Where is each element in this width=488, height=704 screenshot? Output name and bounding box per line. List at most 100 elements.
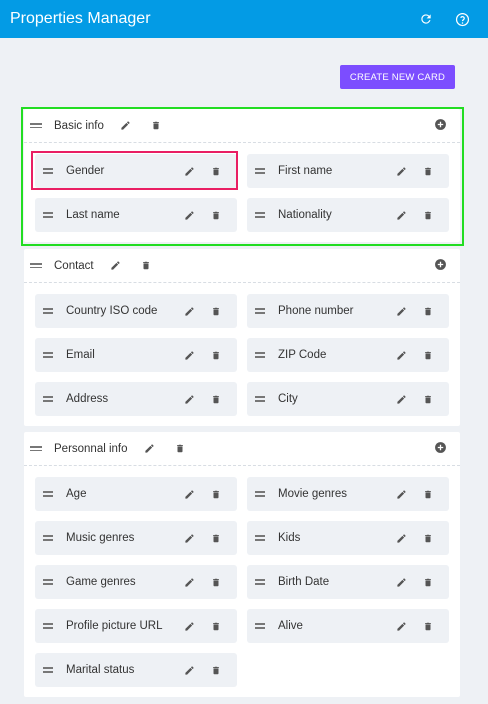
field-grid: Country ISO code Phone number Email ZIP Cod… bbox=[24, 283, 460, 426]
field-item[interactable]: Birth Date bbox=[247, 565, 449, 599]
edit-field-icon[interactable] bbox=[182, 164, 196, 178]
field-label: Nationality bbox=[278, 209, 332, 221]
drag-handle-icon[interactable] bbox=[43, 168, 53, 174]
drag-handle-icon[interactable] bbox=[30, 263, 42, 268]
field-item[interactable]: Profile picture URL bbox=[35, 609, 237, 643]
refresh-icon[interactable] bbox=[414, 7, 438, 31]
edit-field-icon[interactable] bbox=[182, 348, 196, 362]
drag-handle-icon[interactable] bbox=[255, 579, 265, 585]
drag-handle-icon[interactable] bbox=[255, 308, 265, 314]
delete-field-icon[interactable] bbox=[421, 392, 435, 406]
field-item[interactable]: Last name bbox=[35, 198, 237, 232]
edit-field-icon[interactable] bbox=[394, 304, 408, 318]
drag-handle-icon[interactable] bbox=[43, 396, 53, 402]
add-field-icon[interactable] bbox=[434, 441, 448, 455]
delete-field-icon[interactable] bbox=[421, 164, 435, 178]
field-item[interactable]: Nationality bbox=[247, 198, 449, 232]
field-label: Birth Date bbox=[278, 576, 330, 588]
delete-field-icon[interactable] bbox=[421, 531, 435, 545]
edit-field-icon[interactable] bbox=[182, 575, 196, 589]
delete-card-icon[interactable] bbox=[148, 118, 164, 134]
delete-field-icon[interactable] bbox=[209, 392, 223, 406]
edit-field-icon[interactable] bbox=[182, 531, 196, 545]
field-item[interactable]: Address bbox=[35, 382, 237, 416]
help-icon[interactable] bbox=[450, 7, 474, 31]
delete-field-icon[interactable] bbox=[421, 208, 435, 222]
edit-field-icon[interactable] bbox=[394, 531, 408, 545]
field-item[interactable]: First name bbox=[247, 154, 449, 188]
field-item[interactable]: Marital status bbox=[35, 653, 237, 687]
delete-card-icon[interactable] bbox=[172, 441, 188, 457]
delete-field-icon[interactable] bbox=[209, 619, 223, 633]
drag-handle-icon[interactable] bbox=[43, 579, 53, 585]
delete-field-icon[interactable] bbox=[209, 531, 223, 545]
edit-field-icon[interactable] bbox=[394, 575, 408, 589]
edit-field-icon[interactable] bbox=[394, 208, 408, 222]
delete-card-icon[interactable] bbox=[138, 258, 154, 274]
edit-field-icon[interactable] bbox=[394, 619, 408, 633]
delete-field-icon[interactable] bbox=[209, 164, 223, 178]
field-item[interactable]: Country ISO code bbox=[35, 294, 237, 328]
drag-handle-icon[interactable] bbox=[43, 535, 53, 541]
drag-handle-icon[interactable] bbox=[255, 535, 265, 541]
edit-card-icon[interactable] bbox=[108, 258, 124, 274]
drag-handle-icon[interactable] bbox=[43, 623, 53, 629]
drag-handle-icon[interactable] bbox=[43, 212, 53, 218]
drag-handle-icon[interactable] bbox=[255, 352, 265, 358]
delete-field-icon[interactable] bbox=[209, 348, 223, 362]
delete-field-icon[interactable] bbox=[209, 487, 223, 501]
delete-field-icon[interactable] bbox=[209, 208, 223, 222]
field-item[interactable]: ZIP Code bbox=[247, 338, 449, 372]
field-label: First name bbox=[278, 165, 333, 177]
field-grid: Gender First name Last name Nationality bbox=[24, 143, 460, 242]
field-label: Marital status bbox=[66, 664, 135, 676]
edit-field-icon[interactable] bbox=[182, 392, 196, 406]
add-field-icon[interactable] bbox=[434, 258, 448, 272]
edit-field-icon[interactable] bbox=[394, 487, 408, 501]
card-header: Personnal info bbox=[24, 432, 460, 466]
field-label: Gender bbox=[66, 165, 105, 177]
edit-field-icon[interactable] bbox=[182, 487, 196, 501]
edit-field-icon[interactable] bbox=[394, 348, 408, 362]
delete-field-icon[interactable] bbox=[209, 575, 223, 589]
edit-field-icon[interactable] bbox=[182, 304, 196, 318]
drag-handle-icon[interactable] bbox=[43, 667, 53, 673]
edit-field-icon[interactable] bbox=[182, 619, 196, 633]
field-item[interactable]: Phone number bbox=[247, 294, 449, 328]
delete-field-icon[interactable] bbox=[421, 348, 435, 362]
field-item[interactable]: Alive bbox=[247, 609, 449, 643]
edit-card-icon[interactable] bbox=[118, 118, 134, 134]
field-item[interactable]: Email bbox=[35, 338, 237, 372]
add-field-icon[interactable] bbox=[434, 118, 448, 132]
field-item[interactable]: Kids bbox=[247, 521, 449, 555]
field-item[interactable]: Age bbox=[35, 477, 237, 511]
edit-field-icon[interactable] bbox=[182, 663, 196, 677]
delete-field-icon[interactable] bbox=[209, 663, 223, 677]
edit-field-icon[interactable] bbox=[394, 164, 408, 178]
edit-card-icon[interactable] bbox=[142, 441, 158, 457]
drag-handle-icon[interactable] bbox=[255, 623, 265, 629]
drag-handle-icon[interactable] bbox=[30, 123, 42, 128]
delete-field-icon[interactable] bbox=[209, 304, 223, 318]
drag-handle-icon[interactable] bbox=[255, 396, 265, 402]
field-item[interactable]: Music genres bbox=[35, 521, 237, 555]
drag-handle-icon[interactable] bbox=[255, 168, 265, 174]
field-item[interactable]: Game genres bbox=[35, 565, 237, 599]
delete-field-icon[interactable] bbox=[421, 487, 435, 501]
drag-handle-icon[interactable] bbox=[43, 491, 53, 497]
delete-field-icon[interactable] bbox=[421, 304, 435, 318]
drag-handle-icon[interactable] bbox=[255, 491, 265, 497]
edit-field-icon[interactable] bbox=[182, 208, 196, 222]
card-header: Contact bbox=[24, 249, 460, 283]
field-item[interactable]: Gender bbox=[35, 154, 237, 188]
drag-handle-icon[interactable] bbox=[255, 212, 265, 218]
field-item[interactable]: Movie genres bbox=[247, 477, 449, 511]
delete-field-icon[interactable] bbox=[421, 619, 435, 633]
drag-handle-icon[interactable] bbox=[43, 352, 53, 358]
edit-field-icon[interactable] bbox=[394, 392, 408, 406]
delete-field-icon[interactable] bbox=[421, 575, 435, 589]
drag-handle-icon[interactable] bbox=[43, 308, 53, 314]
field-item[interactable]: City bbox=[247, 382, 449, 416]
drag-handle-icon[interactable] bbox=[30, 446, 42, 451]
create-new-card-button[interactable]: CREATE NEW CARD bbox=[340, 65, 455, 89]
